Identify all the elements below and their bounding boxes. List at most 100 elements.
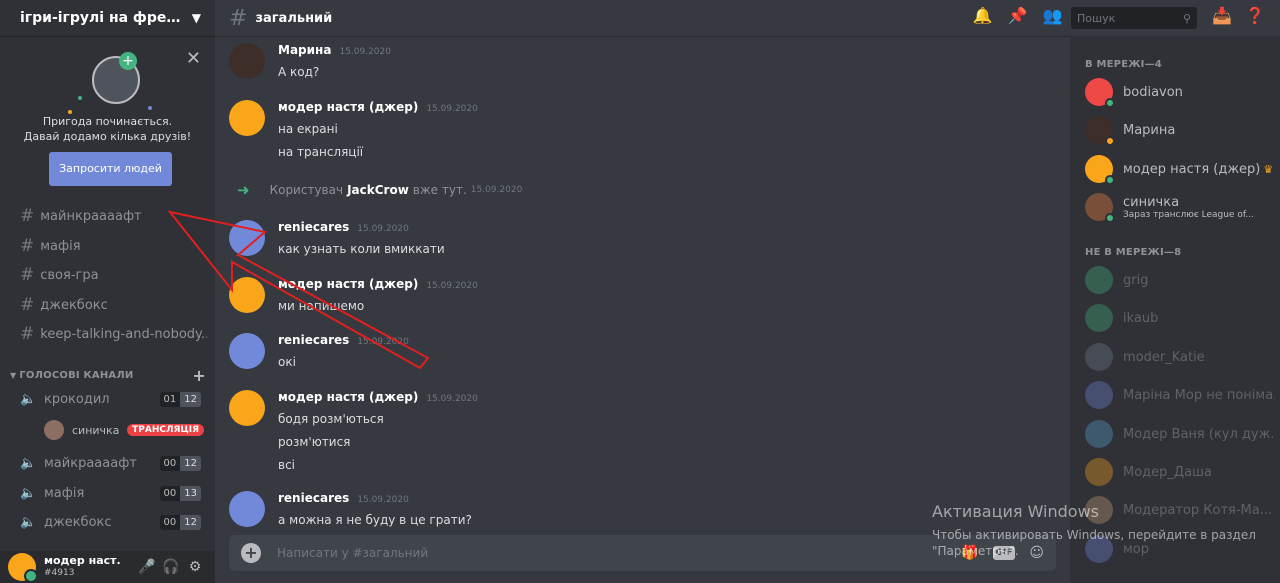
message-author[interactable]: reniecares bbox=[278, 491, 349, 505]
avatar[interactable] bbox=[229, 491, 265, 527]
message-author[interactable]: модер настя (джер) bbox=[278, 277, 418, 291]
voice-category[interactable]: ▼ ГОЛОСОВІ КАНАЛИ + bbox=[10, 366, 206, 385]
microphone-icon[interactable]: 🎤 bbox=[135, 559, 159, 575]
avatar bbox=[1085, 343, 1113, 371]
avatar[interactable] bbox=[229, 43, 265, 79]
message-text: как узнать коли вмиккати bbox=[278, 242, 445, 256]
channel-item[interactable]: # джекбокс bbox=[8, 291, 207, 319]
member-item[interactable]: Модер_Даша bbox=[1085, 456, 1275, 488]
chevron-down-icon[interactable]: ▼ bbox=[192, 11, 201, 25]
member-item[interactable]: синичка Зараз транслює League of... bbox=[1085, 191, 1275, 223]
avatar bbox=[1085, 496, 1113, 524]
chat-area: # загальний Марина 15.09.2020 А код? моде… bbox=[215, 0, 1070, 583]
gift-icon[interactable]: 🎁 bbox=[961, 545, 978, 561]
guild-header[interactable]: ігри-ігрулі на фрешфест... ▼ bbox=[0, 0, 215, 36]
arrow-right-icon: ➜ bbox=[237, 181, 250, 199]
inbox-icon[interactable]: 📥 bbox=[1212, 6, 1232, 25]
avatar bbox=[1085, 116, 1115, 146]
bell-icon[interactable]: 🔔 bbox=[965, 6, 1000, 25]
avatar[interactable] bbox=[229, 333, 265, 369]
member-item[interactable]: ikaub bbox=[1085, 302, 1275, 334]
avatar[interactable] bbox=[229, 390, 265, 426]
guild-name: ігри-ігрулі на фрешфест... bbox=[20, 10, 192, 26]
add-channel-icon[interactable]: + bbox=[192, 366, 206, 385]
user-panel: модер наст... #4913 🎤 🎧 ⚙ bbox=[0, 551, 215, 583]
message-author[interactable]: модер настя (джер) bbox=[278, 390, 418, 404]
member-item[interactable]: bodiavon bbox=[1085, 76, 1275, 108]
chevron-down-icon: ▼ bbox=[10, 370, 17, 380]
avatar bbox=[1085, 304, 1113, 332]
avatar bbox=[1085, 78, 1115, 108]
avatar bbox=[1085, 381, 1113, 409]
voice-channel[interactable]: 🔈 джекбокс 00 12 bbox=[8, 508, 207, 536]
status-idle-icon bbox=[1105, 136, 1115, 146]
voice-user[interactable]: синичка ТРАНСЛЯЦІЯ bbox=[44, 418, 204, 442]
join-user[interactable]: JackCrow bbox=[347, 183, 409, 197]
message-author[interactable]: Марина bbox=[278, 43, 331, 57]
voice-channel-name: мафія bbox=[44, 485, 85, 501]
status-online-icon bbox=[1105, 98, 1115, 108]
status-online-icon bbox=[1105, 175, 1115, 185]
message: reniecares 15.09.2020 как узнать коли вми… bbox=[229, 220, 1049, 261]
channel-name: своя-гра bbox=[40, 267, 99, 283]
member-name: bodiavon bbox=[1123, 84, 1183, 100]
message-text: на трансляції bbox=[278, 145, 364, 159]
hash-icon: # bbox=[229, 5, 248, 31]
message-author[interactable]: reniecares bbox=[278, 220, 349, 234]
close-icon[interactable]: ✕ bbox=[186, 48, 201, 69]
invite-people-button[interactable]: Запросити людей bbox=[49, 152, 172, 186]
member-item[interactable]: Модер Ваня (кул дуж... bbox=[1085, 418, 1275, 450]
promo-line-1: Пригода починається. bbox=[42, 115, 173, 128]
avatar[interactable] bbox=[229, 100, 265, 136]
member-item[interactable]: grig bbox=[1085, 264, 1275, 296]
join-message: ➜ Користувач JackCrow вже тут. 15.09.202… bbox=[237, 181, 522, 199]
message-composer[interactable]: + Написати у #загальний 🎁 GIF ☺ bbox=[229, 535, 1056, 571]
help-icon[interactable]: ❓ bbox=[1245, 6, 1265, 25]
attach-plus-icon[interactable]: + bbox=[241, 543, 261, 563]
hash-icon: # bbox=[20, 206, 35, 226]
message-timestamp: 15.09.2020 bbox=[426, 104, 478, 114]
channel-item[interactable]: # своя-гра bbox=[8, 261, 207, 289]
gif-button[interactable]: GIF bbox=[992, 546, 1016, 560]
avatar[interactable] bbox=[229, 277, 265, 313]
member-item[interactable]: moder_Katie bbox=[1085, 341, 1275, 373]
message-author[interactable]: модер настя (джер) bbox=[278, 100, 418, 114]
message-author[interactable]: reniecares bbox=[278, 333, 349, 347]
voice-user-name: синичка bbox=[72, 423, 120, 437]
gear-icon[interactable]: ⚙ bbox=[183, 559, 207, 575]
sparkle-icon bbox=[78, 96, 82, 100]
channel-item[interactable]: # майнкраааафт bbox=[8, 202, 207, 230]
status-online-icon bbox=[1105, 213, 1115, 223]
member-item[interactable]: Марина bbox=[1085, 114, 1275, 146]
member-name: moder_Katie bbox=[1123, 349, 1205, 365]
avatar[interactable] bbox=[229, 220, 265, 256]
member-item[interactable]: мор bbox=[1085, 533, 1275, 565]
sparkle-icon bbox=[148, 106, 152, 110]
avatar[interactable] bbox=[8, 553, 38, 583]
message-text: окі bbox=[278, 355, 296, 369]
member-name: синичка bbox=[1123, 194, 1180, 210]
speaker-icon: 🔈 bbox=[20, 485, 37, 501]
channel-item[interactable]: # мафія bbox=[8, 232, 207, 260]
discord-window: ігри-ігрулі на фрешфест... ▼ ✕ + Пригода… bbox=[0, 0, 1280, 583]
member-name: grig bbox=[1123, 272, 1149, 288]
voice-channel[interactable]: 🔈 крокодил 01 12 bbox=[8, 385, 207, 413]
message-text: всі bbox=[278, 458, 296, 472]
voice-channel[interactable]: 🔈 мафія 00 13 bbox=[8, 479, 207, 507]
search-input[interactable]: Пошук ⚲ bbox=[1071, 7, 1197, 29]
pin-icon[interactable]: 📌 bbox=[1000, 6, 1035, 25]
channel-item[interactable]: # keep-talking-and-nobody... bbox=[8, 320, 207, 348]
message-input[interactable]: Написати у #загальний bbox=[277, 546, 947, 560]
headphones-icon[interactable]: 🎧 bbox=[159, 559, 183, 575]
member-item[interactable]: Модератор Котя-Ма... bbox=[1085, 494, 1275, 526]
message-text: розм'ютися bbox=[278, 435, 351, 449]
member-item[interactable]: модер настя (джер) ♛ bbox=[1085, 153, 1275, 185]
avatar bbox=[1085, 266, 1113, 294]
channel-sidebar: ігри-ігрулі на фрешфест... ▼ ✕ + Пригода… bbox=[0, 0, 215, 583]
channel-name: keep-talking-and-nobody... bbox=[40, 326, 207, 342]
emoji-icon[interactable]: ☺ bbox=[1029, 545, 1044, 561]
voice-channel[interactable]: 🔈 майкраааафт 00 12 bbox=[8, 449, 207, 477]
members-icon[interactable]: 👥 bbox=[1035, 6, 1070, 25]
member-item[interactable]: Маріна Мор не поніма... bbox=[1085, 379, 1275, 411]
member-name: Марина bbox=[1123, 122, 1176, 138]
